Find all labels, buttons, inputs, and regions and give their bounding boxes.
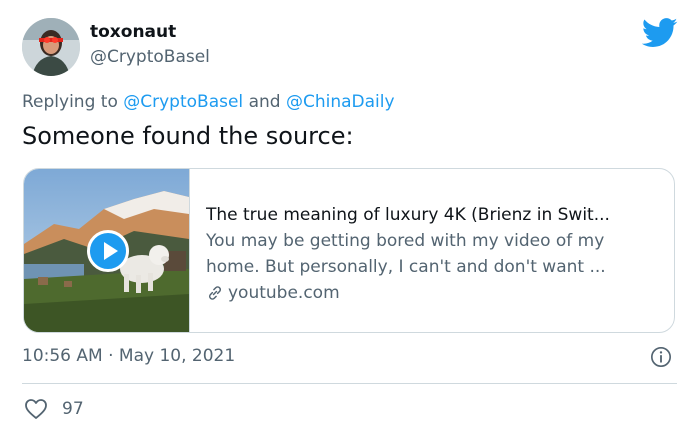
mention-link[interactable]: @CryptoBasel: [123, 92, 243, 112]
card-domain-text: youtube.com: [228, 283, 340, 303]
author-handle[interactable]: @CryptoBasel: [90, 47, 210, 67]
card-domain: youtube.com: [206, 280, 674, 306]
replying-to: Replying to @CryptoBasel and @ChinaDaily: [22, 92, 395, 112]
twitter-bird-icon: [642, 18, 678, 47]
card-title: The true meaning of luxury 4K (Brienz in…: [206, 205, 610, 225]
link-icon: [208, 286, 222, 300]
mention-link[interactable]: @ChinaDaily: [286, 92, 395, 112]
avatar[interactable]: [22, 18, 80, 76]
card-description-line: You may be getting bored with my video o…: [206, 231, 605, 251]
card-body[interactable]: The true meaning of luxury 4K (Brienz in…: [189, 169, 674, 332]
like-button[interactable]: 97: [24, 398, 84, 420]
replying-prefix: Replying to: [22, 92, 118, 112]
author-display-name[interactable]: toxonaut: [90, 22, 176, 42]
info-icon[interactable]: [650, 346, 672, 368]
link-card[interactable]: The true meaning of luxury 4K (Brienz in…: [23, 168, 675, 333]
tweet-timestamp[interactable]: 10:56 AM · May 10, 2021: [22, 346, 235, 366]
like-count: 97: [62, 399, 84, 419]
video-thumbnail[interactable]: [24, 169, 189, 332]
timestamp-separator: ·: [108, 346, 114, 366]
heart-icon[interactable]: [24, 398, 48, 420]
card-description: You may be getting bored with my video o…: [206, 228, 661, 280]
tweet-text: Someone found the source:: [22, 122, 354, 150]
replying-conjunction: and: [248, 92, 281, 112]
tweet-date[interactable]: May 10, 2021: [119, 346, 235, 366]
tweet-time[interactable]: 10:56 AM: [22, 346, 103, 366]
play-icon[interactable]: [87, 230, 129, 272]
divider: [22, 383, 677, 384]
card-description-line: home. But personally, I can't and don't …: [206, 257, 606, 277]
